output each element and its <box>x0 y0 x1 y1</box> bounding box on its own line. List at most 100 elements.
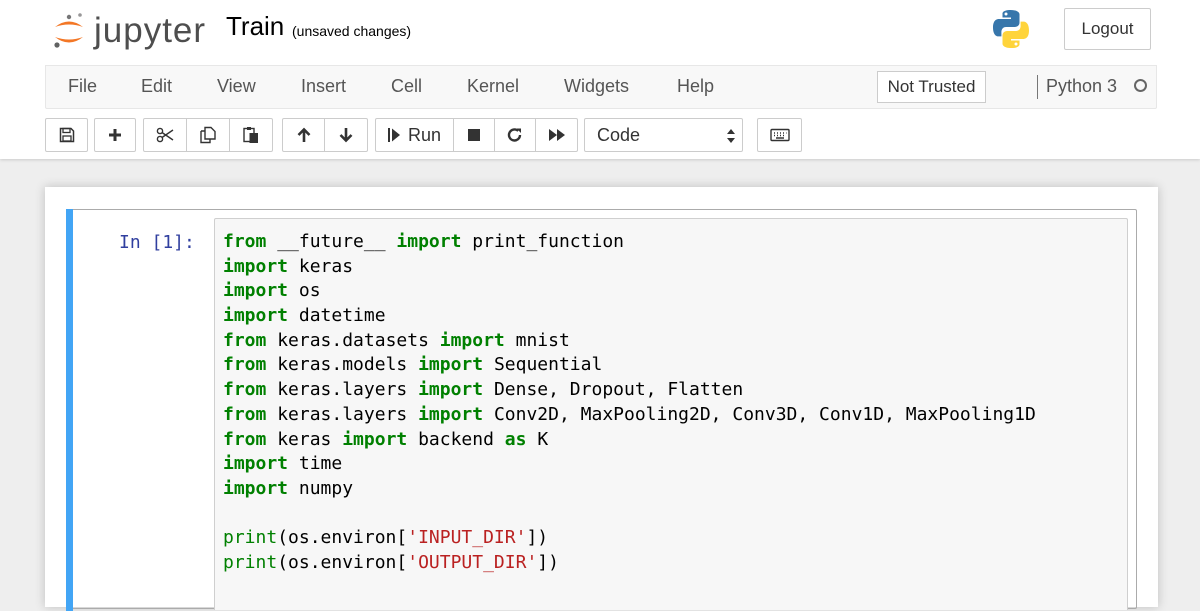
code-token: (os.environ[ <box>277 551 408 573</box>
select-arrows-icon <box>727 129 735 143</box>
menu-insert[interactable]: Insert <box>301 76 346 97</box>
code-line: from keras.datasets import mnist <box>223 329 1036 354</box>
code-token: import <box>418 403 484 425</box>
arrow-up-icon <box>297 127 310 142</box>
menu-widgets[interactable]: Widgets <box>564 76 629 97</box>
command-palette-button[interactable] <box>757 118 802 152</box>
cell-selected-bar <box>66 209 73 611</box>
code-token: import <box>396 231 462 252</box>
menu-file[interactable]: File <box>68 76 97 97</box>
code-token: ]) <box>537 551 559 573</box>
fast-forward-icon <box>548 129 565 141</box>
code-token: import <box>223 280 289 302</box>
kernel-name: Python 3 <box>1046 76 1118 96</box>
code-token: from <box>223 329 267 351</box>
code-editor[interactable]: from __future__ import print_function imp… <box>214 218 1128 610</box>
keyboard-icon <box>769 128 790 142</box>
copy-button[interactable] <box>186 118 230 152</box>
code-token: Dense, Dropout, Flatten <box>483 379 744 401</box>
run-label: Run <box>407 124 442 145</box>
code-token: (os.environ[ <box>277 527 408 549</box>
code-token: import <box>223 477 289 499</box>
code-token: 'INPUT_DIR' <box>407 527 527 549</box>
code-line: print(os.environ['OUTPUT_DIR']) <box>223 551 1036 576</box>
cell-type-value: Code <box>597 124 641 145</box>
code-cell[interactable]: In [1]: from __future__ import print_fun… <box>66 209 1137 611</box>
input-prompt: In [1]: <box>119 232 195 253</box>
move-up-button[interactable] <box>282 118 325 152</box>
code-token: from <box>223 354 267 376</box>
jupyter-logo-icon <box>54 13 83 48</box>
code-token: import <box>418 354 484 376</box>
code-token: keras.layers <box>266 379 419 401</box>
code-line: import keras <box>223 255 1036 280</box>
arrow-down-icon <box>339 128 353 143</box>
code-token: import <box>439 329 505 351</box>
code-token: backend <box>407 428 505 450</box>
code-text[interactable]: from __future__ import print_function imp… <box>223 230 1036 576</box>
code-token: os <box>288 280 321 302</box>
save-status: (unsaved changes) <box>292 23 412 39</box>
code-line: import time <box>223 452 1036 477</box>
paste-icon <box>243 127 258 143</box>
kernel-separator <box>1037 75 1038 99</box>
menu-kernel[interactable]: Kernel <box>467 76 519 97</box>
code-token: keras.datasets <box>266 329 440 351</box>
restart-icon <box>507 128 522 142</box>
cell-type-select[interactable]: Code <box>584 118 743 152</box>
code-token: import <box>223 255 289 277</box>
code-line: from keras.layers import Dense, Dropout,… <box>223 378 1036 403</box>
cut-button[interactable] <box>143 118 187 152</box>
step-forward-icon <box>387 128 400 142</box>
save-button[interactable] <box>45 118 88 152</box>
restart-button[interactable] <box>494 118 536 152</box>
jupyter-logo-text: jupyter <box>94 11 207 50</box>
notebook-container: In [1]: from __future__ import print_fun… <box>45 187 1158 611</box>
menubar: File Edit View Insert Cell Kernel Widget… <box>45 65 1157 109</box>
not-trusted-button[interactable]: Not Trusted <box>877 71 986 103</box>
run-button[interactable]: Run <box>375 118 454 152</box>
code-token: print_function <box>461 231 624 252</box>
menu-view[interactable]: View <box>217 76 256 97</box>
code-token: K <box>526 428 549 450</box>
header: jupyter Train (unsaved changes) Logout F… <box>0 0 1200 159</box>
move-down-button[interactable] <box>324 118 368 152</box>
insert-cell-button[interactable] <box>94 118 136 152</box>
code-token: numpy <box>288 477 354 499</box>
code-token: as <box>504 428 527 450</box>
code-token: Sequential <box>483 354 603 376</box>
code-token: from <box>223 428 267 450</box>
code-line: from keras.models import Sequential <box>223 353 1036 378</box>
code-line: import os <box>223 279 1036 304</box>
code-token: from <box>223 403 267 425</box>
menu-edit[interactable]: Edit <box>141 76 172 97</box>
code-token: __future__ <box>266 231 397 252</box>
code-token: Conv2D, MaxPooling2D, Conv3D, Conv1D, Ma… <box>483 403 1036 425</box>
code-token: from <box>223 379 267 401</box>
jupyter-logo[interactable]: jupyter <box>50 8 210 52</box>
code-line: import numpy <box>223 477 1036 502</box>
code-token: keras.layers <box>266 403 419 425</box>
plus-icon <box>109 129 121 141</box>
restart-run-all-button[interactable] <box>535 118 578 152</box>
notebook-title[interactable]: Train <box>226 11 284 42</box>
code-line: import datetime <box>223 304 1036 329</box>
stop-icon <box>468 129 480 141</box>
code-token: ]) <box>526 527 549 549</box>
code-line: print(os.environ['INPUT_DIR']) <box>223 526 1036 551</box>
python-logo-icon <box>993 10 1029 48</box>
interrupt-button[interactable] <box>453 118 495 152</box>
menu-cell[interactable]: Cell <box>391 76 422 97</box>
save-icon <box>59 127 74 143</box>
kernel-idle-indicator-icon <box>1134 79 1147 92</box>
code-token: time <box>288 453 343 475</box>
logout-button[interactable]: Logout <box>1064 8 1151 50</box>
code-line: from keras import backend as K <box>223 428 1036 453</box>
code-token: keras <box>288 255 354 277</box>
code-token: import <box>342 428 408 450</box>
paste-button[interactable] <box>229 118 273 152</box>
scissors-icon <box>156 127 174 143</box>
code-line: from keras.layers import Conv2D, MaxPool… <box>223 403 1036 428</box>
menu-help[interactable]: Help <box>677 76 714 97</box>
